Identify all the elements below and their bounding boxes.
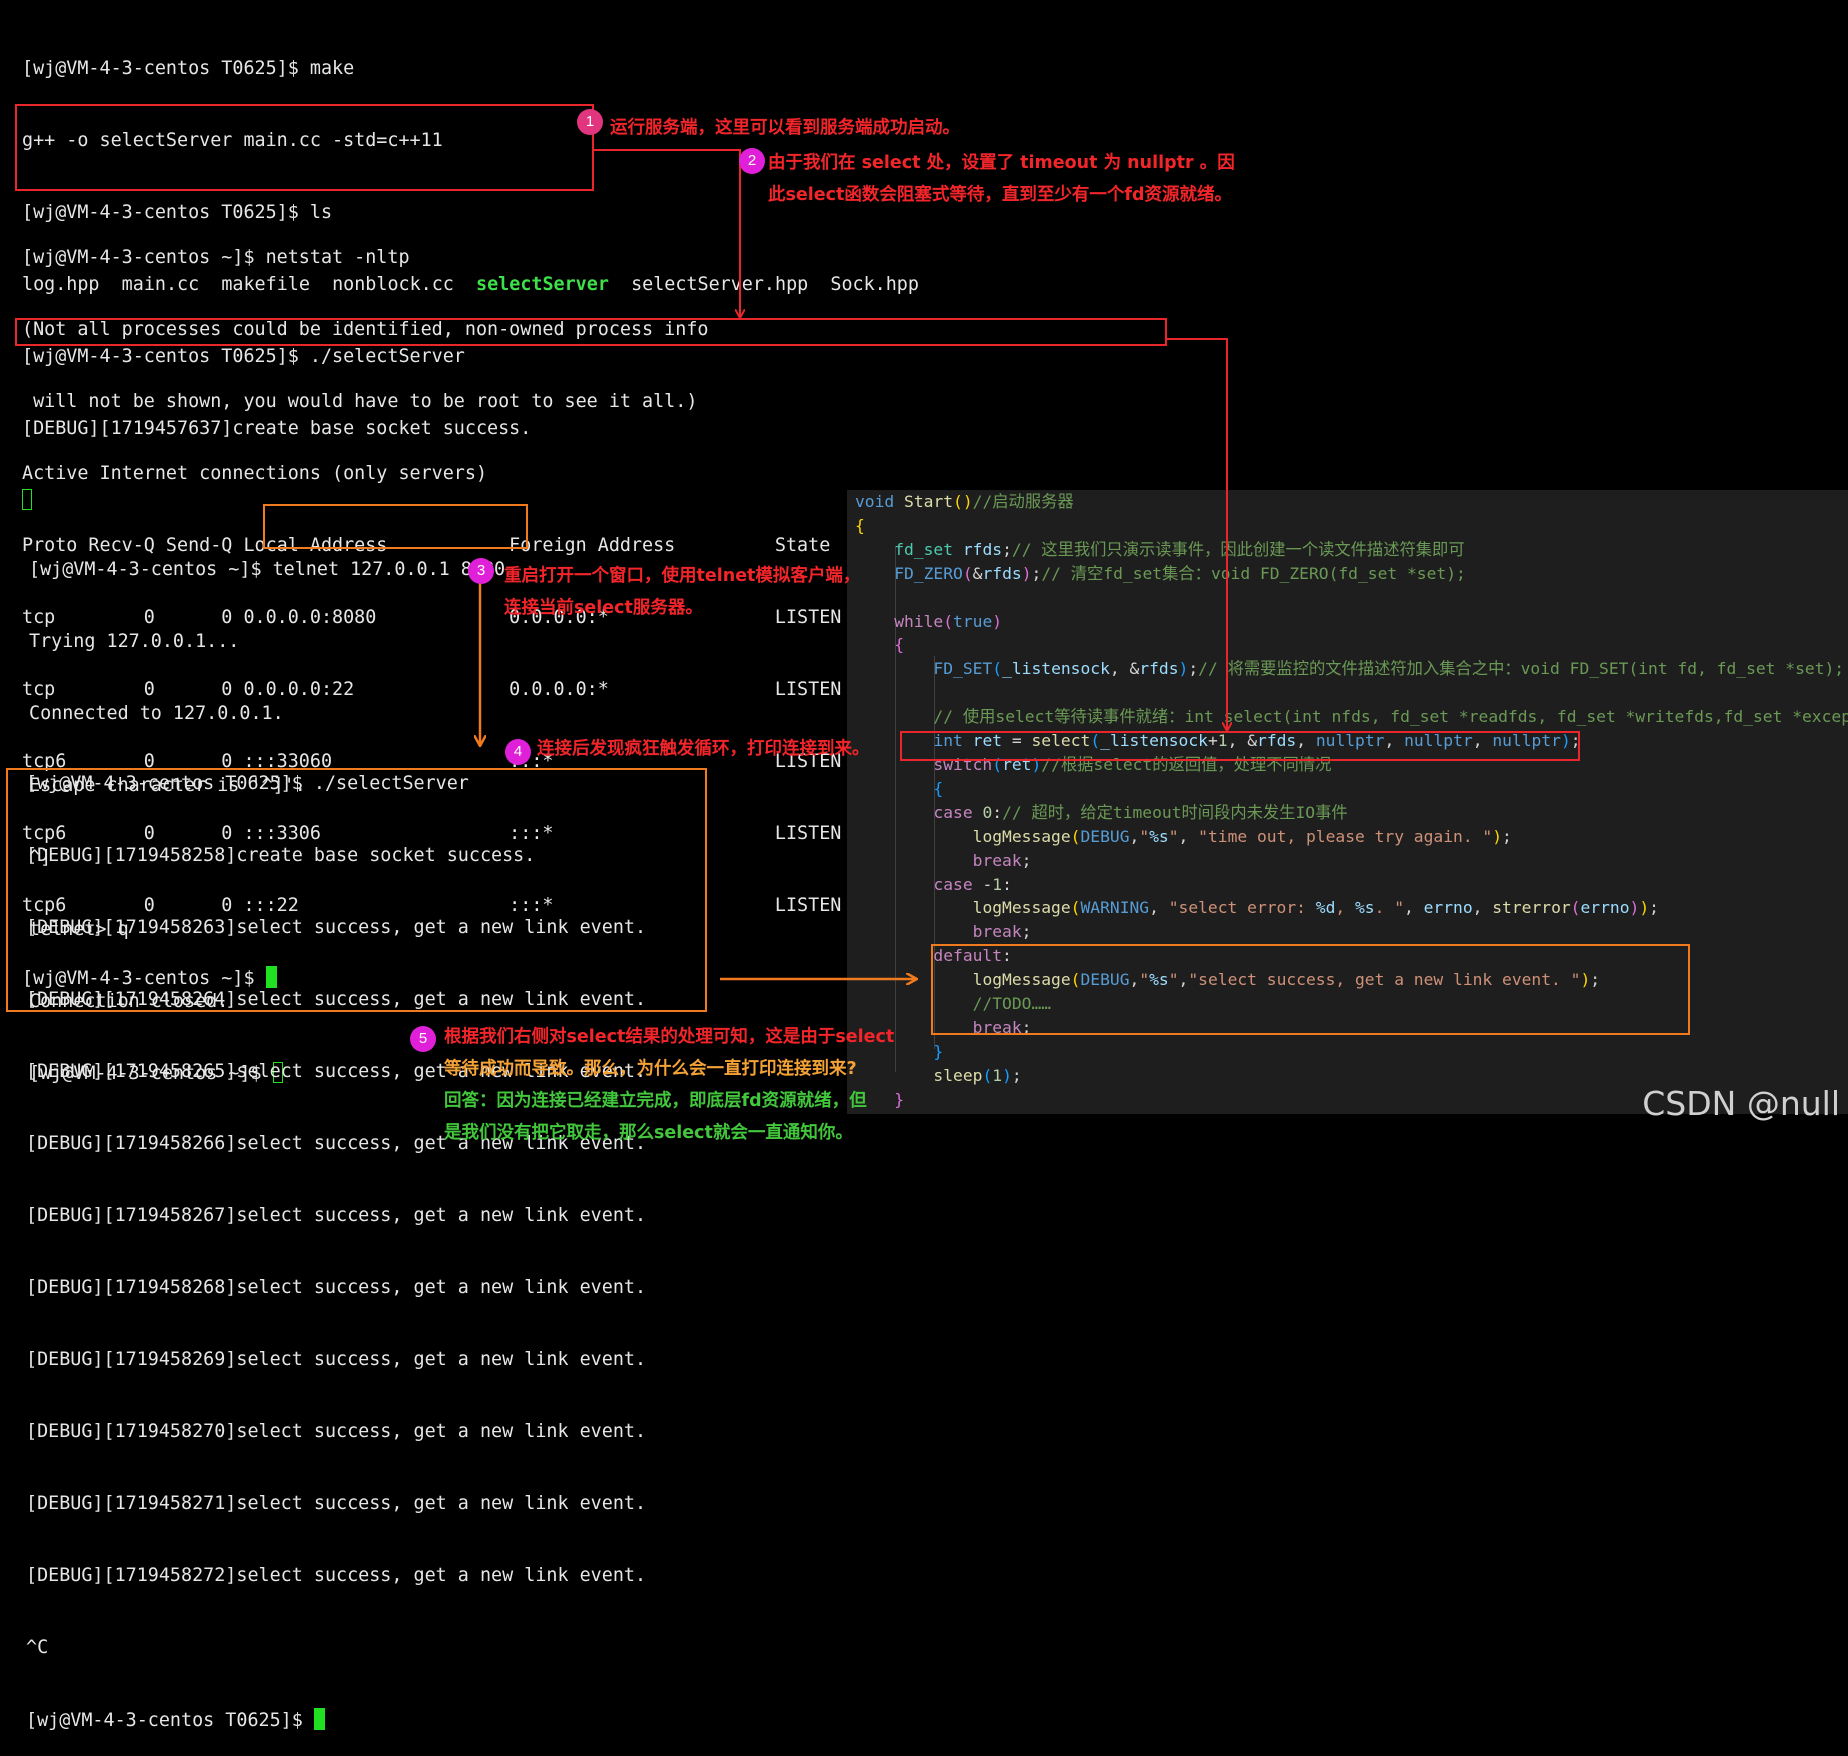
debug-line: [DEBUG][1719458271]select success, get a… — [26, 1492, 646, 1516]
annotation-note-3: 重启打开一个窗口，使用telnet模拟客户端， 连接当前select服务器。 — [504, 560, 860, 624]
annotation-badge-1: 1 — [577, 109, 603, 135]
annotation-note-1: 运行服务端，这里可以看到服务端成功启动。 — [610, 112, 960, 144]
debug-line: [DEBUG][1719458270]select success, get a… — [26, 1420, 646, 1444]
annotation-badge-5: 5 — [410, 1026, 436, 1052]
annotation-note-4: 连接后发现疯狂触发循环，打印连接到来。 — [537, 733, 870, 765]
debug-line: [DEBUG][1719458267]select success, get a… — [26, 1204, 646, 1228]
arrow-to-select-call — [1167, 339, 1227, 730]
terminal-prompt: [wj@VM-4-3-centos T0625]$ — [26, 1708, 646, 1732]
terminal-cursor — [314, 1708, 325, 1730]
annotation-badge-2: 2 — [739, 148, 765, 174]
debug-line: [DEBUG][1719458268]select success, get a… — [26, 1276, 646, 1300]
debug-line: [DEBUG][1719458272]select success, get a… — [26, 1564, 646, 1588]
annotation-note-2: 由于我们在 select 处，设置了 timeout 为 nullptr 。因 … — [768, 147, 1235, 211]
annotation-badge-4: 4 — [505, 739, 531, 765]
debug-line: [DEBUG][1719458269]select success, get a… — [26, 1348, 646, 1372]
terminal-line: ^C — [26, 1636, 646, 1660]
annotation-note-5: 根据我们右侧对select结果的处理可知，这是由于select 等待成功而导致。… — [444, 1021, 894, 1149]
csdn-watermark: CSDN @null — [1642, 1084, 1840, 1123]
annotation-badge-3: 3 — [468, 558, 494, 584]
arrow-to-listen-row — [594, 150, 740, 317]
